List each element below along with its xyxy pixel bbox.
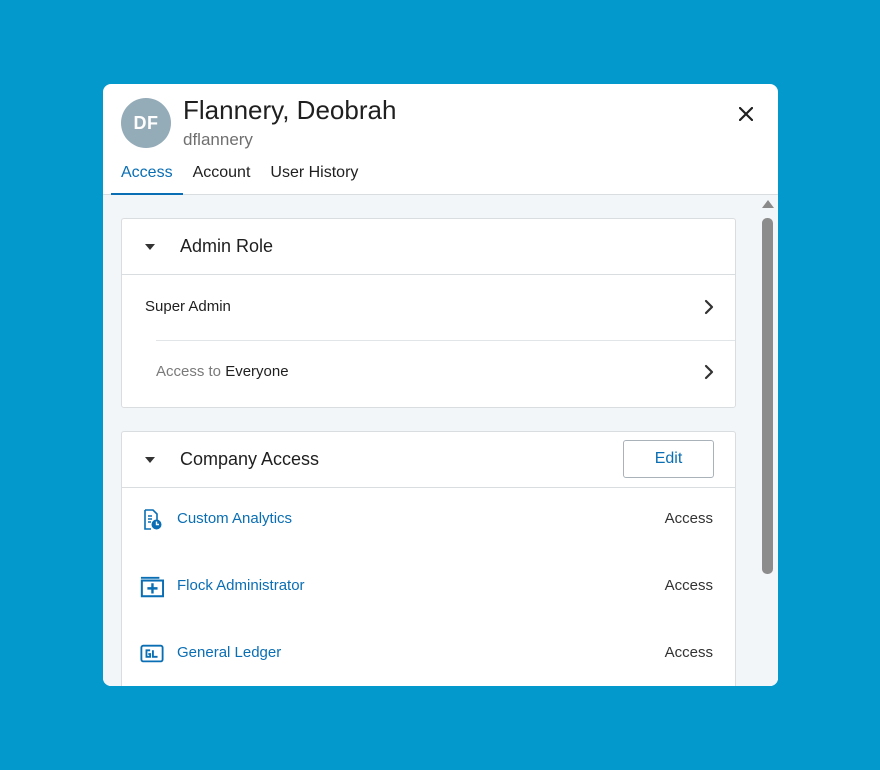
admin-role-header[interactable]: Admin Role xyxy=(122,219,735,275)
tab-account[interactable]: Account xyxy=(183,162,261,195)
app-access-level: Access xyxy=(664,577,713,594)
close-icon xyxy=(739,107,753,121)
app-row: Flock Administrator Access xyxy=(122,555,735,622)
tab-access[interactable]: Access xyxy=(111,162,183,196)
admin-role-card: Admin Role Super Admin Access to Everyon… xyxy=(121,218,736,408)
company-access-header: Company Access Edit xyxy=(122,432,735,488)
edit-button[interactable]: Edit xyxy=(623,440,714,478)
row-divider xyxy=(156,340,735,341)
collapse-caret-icon[interactable] xyxy=(145,244,155,250)
avatar: DF xyxy=(121,98,171,148)
username: dflannery xyxy=(183,130,253,149)
admin-role-value: Super Admin xyxy=(145,298,231,315)
scrollbar-thumb[interactable] xyxy=(762,218,773,574)
app-link-flock-administrator[interactable]: Flock Administrator xyxy=(177,577,305,594)
admin-role-title: Admin Role xyxy=(180,236,274,256)
vertical-scrollbar[interactable] xyxy=(758,195,778,686)
access-prefix: Access to xyxy=(156,363,222,380)
access-scope-label: Access to Everyone xyxy=(156,363,289,380)
gl-icon xyxy=(140,644,164,663)
chevron-right-icon xyxy=(704,299,714,315)
company-access-card: Company Access Edit Custom Analytics Acc… xyxy=(121,431,736,686)
collapse-caret-icon[interactable] xyxy=(145,457,155,463)
app-access-level: Access xyxy=(664,510,713,527)
app-row: Custom Analytics Access xyxy=(122,488,735,555)
access-scope-value: Everyone xyxy=(225,363,289,380)
app-link-general-ledger[interactable]: General Ledger xyxy=(177,644,281,661)
super-admin-row[interactable]: Super Admin xyxy=(122,275,735,340)
chevron-right-icon xyxy=(704,364,714,380)
app-row: General Ledger Access xyxy=(122,622,735,686)
access-scope-row[interactable]: Access to Everyone xyxy=(122,340,735,405)
user-name: Flannery, Deobrah xyxy=(183,95,397,125)
tab-bar: Access Account User History xyxy=(111,162,368,196)
app-link-custom-analytics[interactable]: Custom Analytics xyxy=(177,510,292,527)
close-button[interactable] xyxy=(734,102,758,126)
tab-user-history[interactable]: User History xyxy=(260,162,368,195)
analytics-report-icon xyxy=(144,509,162,530)
admin-folder-plus-icon xyxy=(140,576,164,598)
access-panel: Admin Role Super Admin Access to Everyon… xyxy=(103,195,778,686)
company-access-title: Company Access xyxy=(180,449,320,469)
user-detail-modal: DF Flannery, Deobrah dflannery Access Ac… xyxy=(103,84,778,686)
scroll-up-arrow-icon[interactable] xyxy=(762,200,774,208)
modal-header: DF Flannery, Deobrah dflannery Access Ac… xyxy=(103,84,778,196)
app-access-level: Access xyxy=(664,644,713,661)
